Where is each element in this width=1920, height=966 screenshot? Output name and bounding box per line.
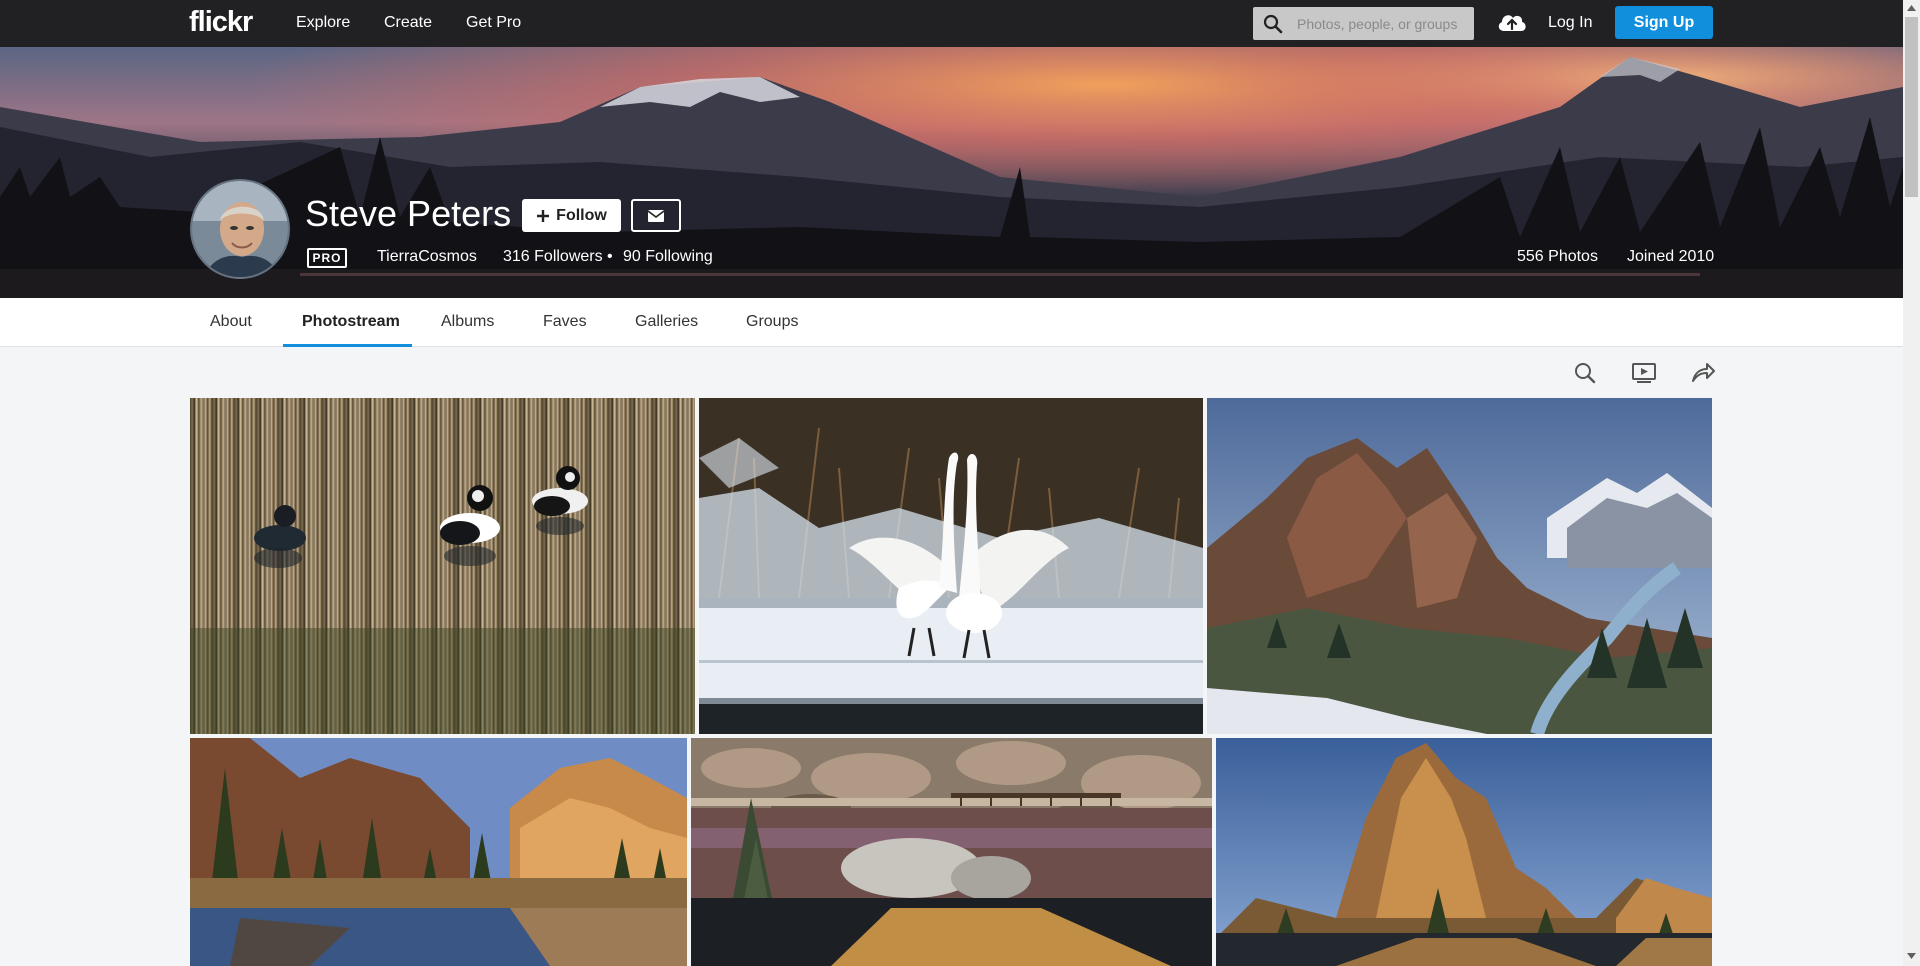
tab-about[interactable]: About	[210, 313, 252, 331]
following-link[interactable]: 90 Following	[623, 248, 713, 266]
username: TierraCosmos	[377, 248, 477, 265]
active-tab-indicator	[283, 344, 412, 347]
scrollbar-thumb[interactable]	[1905, 17, 1918, 197]
pro-badge: PRO	[307, 248, 347, 268]
plus-icon	[537, 209, 550, 222]
photo-bridge-rocks[interactable]	[691, 738, 1212, 966]
tab-groups[interactable]: Groups	[746, 313, 798, 331]
tab-faves[interactable]: Faves	[543, 313, 587, 331]
profile-tabs: About Photostream Albums Faves Galleries…	[0, 298, 1903, 347]
cover-photo: Steve Peters Follow PRO TierraCosmos 316…	[0, 47, 1903, 298]
top-navigation: flickr Explore Create Get Pro Log In Sig…	[0, 0, 1903, 47]
login-link[interactable]: Log In	[1548, 14, 1592, 32]
tab-photostream[interactable]: Photostream	[302, 313, 400, 331]
message-button[interactable]	[631, 199, 681, 232]
avatar-portrait	[192, 181, 288, 277]
tab-albums[interactable]: Albums	[441, 313, 494, 331]
search-input[interactable]	[1297, 7, 1469, 40]
upload-cloud-icon[interactable]	[1496, 9, 1528, 35]
joined-date: Joined 2010	[1627, 248, 1715, 265]
photo-swans-image	[699, 398, 1203, 734]
search-icon	[1263, 14, 1283, 34]
nav-explore[interactable]: Explore	[296, 14, 350, 32]
nav-get-pro[interactable]: Get Pro	[466, 14, 521, 32]
followers-link[interactable]: 316 Followers	[503, 248, 603, 266]
photo-ducks-image	[190, 398, 695, 734]
photo-ducks-reflection[interactable]	[190, 398, 695, 734]
slideshow-icon[interactable]	[1631, 361, 1657, 385]
photo-smith-rock-river[interactable]	[1207, 398, 1712, 734]
meta-separator: •	[607, 248, 613, 265]
profile-name: Steve Peters	[305, 193, 512, 234]
photo-swans[interactable]	[699, 398, 1203, 734]
photo-smith-rock-spire[interactable]	[1216, 738, 1712, 966]
follow-button[interactable]: Follow	[522, 199, 621, 232]
photo-river-canyon-trees[interactable]	[190, 738, 687, 966]
flickr-logo[interactable]: flickr	[189, 6, 253, 39]
search-box[interactable]	[1253, 7, 1474, 40]
follow-label: Follow	[556, 206, 607, 224]
cover-landscape	[0, 47, 1903, 298]
mail-icon	[648, 209, 664, 222]
scroll-down-arrow-icon[interactable]	[1906, 952, 1917, 960]
photo-spire-image	[1216, 738, 1712, 966]
photo-bridge-image	[691, 738, 1212, 966]
photo-smith-rock-image	[1207, 398, 1712, 734]
search-icon[interactable]	[1572, 361, 1598, 385]
tab-galleries[interactable]: Galleries	[635, 313, 698, 331]
avatar[interactable]	[190, 179, 290, 279]
nav-create[interactable]: Create	[384, 14, 432, 32]
scroll-up-arrow-icon[interactable]	[1906, 4, 1917, 12]
photo-river-canyon-image	[190, 738, 687, 966]
share-icon[interactable]	[1690, 361, 1716, 385]
photo-count: 556 Photos	[1517, 248, 1598, 265]
signup-button[interactable]: Sign Up	[1615, 6, 1713, 39]
